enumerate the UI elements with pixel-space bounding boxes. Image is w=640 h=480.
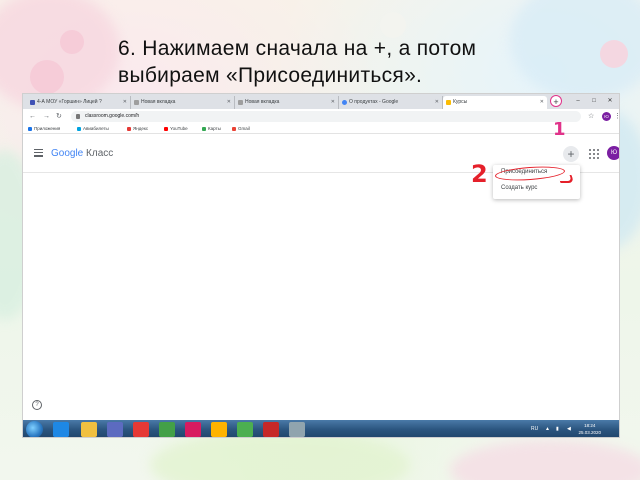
close-icon[interactable]: ✕ — [540, 96, 544, 109]
tab-label: Новая вкладка — [245, 99, 280, 105]
powerpoint-icon[interactable] — [263, 422, 279, 437]
instruction-line-1: 6. Нажимаем сначала на +, а потом — [118, 37, 477, 60]
bookmark-apps[interactable]: Приложения — [27, 124, 60, 134]
back-arrow-icon[interactable]: ← — [29, 111, 36, 122]
bookmark-label: Приложения — [34, 126, 61, 131]
profile-avatar[interactable]: Ю — [607, 146, 619, 160]
youtube-icon — [164, 127, 168, 131]
browser-tab-active[interactable]: Курсы ✕ — [443, 96, 547, 109]
url-text: classroom.google.com/h — [85, 113, 140, 119]
browser-tab[interactable]: Новая вкладка ✕ — [131, 96, 235, 109]
bookmark-label: Яндекс — [133, 126, 149, 131]
instruction-text: 6. Нажимаем сначала на +, а потом выбира… — [118, 35, 538, 89]
settings-icon[interactable] — [289, 422, 305, 437]
bookmark-label: Карты — [208, 126, 221, 131]
bookmarks-bar: Приложения Авиабилеты Яндекс YouTube Кар… — [23, 124, 619, 134]
blank-page-icon — [238, 100, 243, 105]
media-player-icon[interactable] — [107, 422, 123, 437]
browser-tab[interactable]: Новая вкладка ✕ — [235, 96, 339, 109]
close-icon[interactable]: ✕ — [331, 96, 335, 109]
step-2-annotation: 2 — [471, 160, 488, 188]
plane-icon — [77, 127, 81, 131]
hamburger-menu-icon[interactable] — [34, 149, 43, 159]
browser-tab[interactable]: О продуктах - Google ✕ — [339, 96, 443, 109]
close-icon[interactable]: ✕ — [123, 96, 127, 109]
add-course-menu: Присоединиться Создать курс — [493, 164, 580, 199]
tab-label: 4-А МОУ «Горшин» Лицей ? — [37, 99, 102, 105]
apps-grid-icon — [28, 127, 32, 131]
account-box-icon — [30, 100, 35, 105]
profile-avatar-small[interactable]: Ю — [602, 112, 611, 121]
create-course-menu-item[interactable]: Создать курс — [501, 185, 537, 191]
bookmark-flights[interactable]: Авиабилеты — [76, 124, 109, 134]
google-logo-text: Google — [51, 148, 84, 159]
address-bar: ← → ↻ classroom.google.com/h ☆ Ю ⋮ — [23, 109, 619, 124]
language-indicator[interactable]: RU — [531, 420, 538, 437]
internet-explorer-icon[interactable] — [53, 422, 69, 437]
close-icon[interactable]: ✕ — [435, 96, 439, 109]
flower-petal-decoration — [60, 30, 84, 54]
menu-dots-icon[interactable]: ⋮ — [614, 111, 619, 122]
lock-icon — [76, 114, 80, 119]
maps-pin-icon — [202, 127, 206, 131]
start-button[interactable] — [26, 421, 43, 437]
highlight-circle — [494, 164, 566, 183]
classroom-logo[interactable]: Google Класс — [51, 148, 113, 160]
bookmark-label: YouTube — [170, 126, 188, 131]
browser-screenshot: 4-А МОУ «Горшин» Лицей ? ✕ Новая вкладка… — [22, 93, 620, 438]
instruction-line-2: выбираем «Присоединиться». — [118, 64, 423, 87]
close-icon[interactable]: ✕ — [227, 96, 231, 109]
yandex-icon[interactable] — [211, 422, 227, 437]
file-explorer-icon[interactable] — [81, 422, 97, 437]
yandex-browser-icon[interactable] — [133, 422, 149, 437]
classroom-icon — [446, 100, 451, 105]
bookmark-gmail[interactable]: Gmail — [231, 124, 250, 134]
torrent-icon[interactable] — [159, 422, 175, 437]
windows-taskbar: RU ▲ ▮ ◀ 18:24 25.03.2020 — [23, 420, 619, 437]
network-icon[interactable]: ▮ — [556, 420, 559, 437]
reload-icon[interactable]: ↻ — [56, 111, 62, 122]
flower-petal-decoration — [30, 60, 64, 94]
google-apps-icon[interactable] — [589, 149, 600, 160]
product-name: Класс — [86, 148, 114, 159]
background-flower-decoration — [450, 440, 640, 480]
bookmark-label: Авиабилеты — [83, 126, 109, 131]
bookmark-maps[interactable]: Карты — [201, 124, 221, 134]
browser-tab-bar: 4-А МОУ «Горшин» Лицей ? ✕ Новая вкладка… — [23, 94, 619, 109]
minimize-icon[interactable]: – — [571, 94, 585, 108]
highlight-arrow — [557, 175, 575, 183]
bookmark-label: Gmail — [238, 126, 250, 131]
tab-label: О продуктах - Google — [349, 99, 399, 105]
system-clock[interactable]: 18:24 25.03.2020 — [578, 422, 601, 436]
browser-tab[interactable]: 4-А МОУ «Горшин» Лицей ? ✕ — [27, 96, 131, 109]
yandex-icon — [127, 127, 131, 131]
tab-label: Новая вкладка — [141, 99, 176, 105]
opera-icon[interactable] — [185, 422, 201, 437]
new-tab-button[interactable]: + — [550, 95, 562, 107]
help-icon[interactable]: ? — [32, 400, 42, 410]
add-course-button[interactable]: + — [563, 146, 579, 162]
forward-arrow-icon[interactable]: → — [43, 111, 50, 122]
url-input[interactable]: classroom.google.com/h — [71, 111, 581, 122]
close-window-icon[interactable]: ✕ — [603, 94, 617, 108]
step-1-annotation: 1 — [553, 119, 566, 140]
google-icon — [342, 100, 347, 105]
gmail-icon — [232, 127, 236, 131]
maximize-icon[interactable]: □ — [587, 94, 601, 108]
blank-page-icon — [134, 100, 139, 105]
tray-up-arrow-icon[interactable]: ▲ — [545, 420, 550, 437]
volume-icon[interactable]: ◀ — [567, 420, 571, 437]
bookmark-yandex[interactable]: Яндекс — [126, 124, 148, 134]
bookmark-youtube[interactable]: YouTube — [163, 124, 188, 134]
chrome-icon[interactable] — [237, 422, 253, 437]
clock-time: 18:24 — [584, 423, 596, 428]
tab-label: Курсы — [453, 99, 468, 105]
flower-petal-decoration — [600, 40, 628, 68]
star-icon[interactable]: ☆ — [588, 111, 594, 122]
clock-date: 25.03.2020 — [578, 430, 601, 435]
